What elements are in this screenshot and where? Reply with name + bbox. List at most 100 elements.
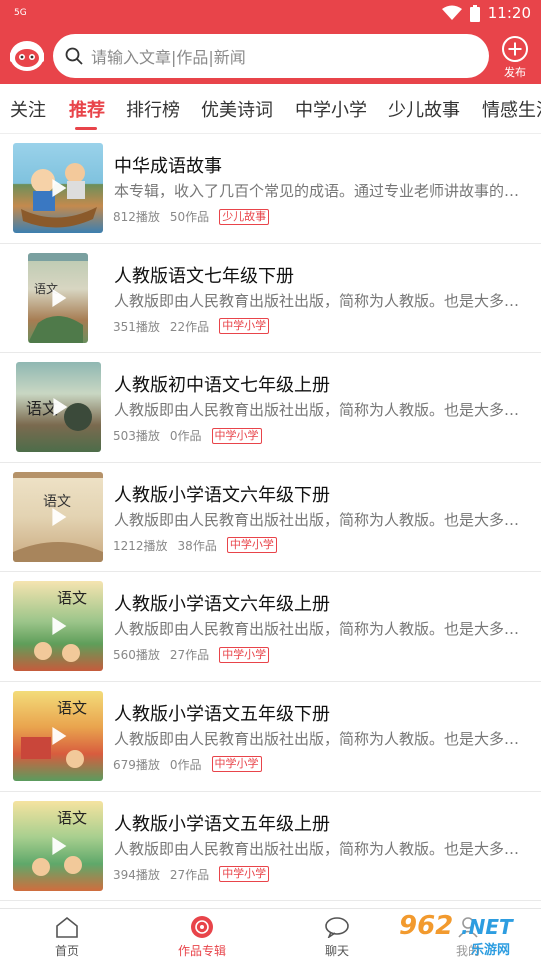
chat-bubble-icon [325, 917, 349, 938]
clock-time: 11:20 [487, 4, 531, 22]
play-count: 679播放 [113, 757, 160, 772]
play-count: 1212播放 [113, 538, 168, 553]
nav-home[interactable]: 首页 [27, 915, 107, 959]
play-icon [52, 398, 67, 417]
album-cover-image [13, 143, 103, 233]
play-count: 351播放 [113, 319, 160, 334]
play-icon [52, 726, 67, 745]
tab-school[interactable]: 中学小学 [295, 96, 367, 122]
play-icon [52, 179, 67, 197]
home-icon [56, 916, 78, 938]
bottom-navigation: 首页 作品专辑 聊天 我的 962 .NET 乐游网 [0, 908, 541, 961]
album-meta: 812播放 50作品 少儿故事 [113, 208, 270, 225]
list-item[interactable]: 语文 人教版小学语文五年级下册 人教版即由人民教育出版社出版，简称为人教版。也是… [0, 682, 541, 792]
category-tabs: 关注 推荐 排行榜 优美诗词 中学小学 少儿故事 情感生活 [0, 84, 541, 134]
status-bar: 5G 11:20 [0, 0, 541, 28]
list-item[interactable]: 中华成语故事 本专辑，收入了几百个常见的成语。通过专业老师讲故事的方式 812播… [0, 134, 541, 244]
category-tag[interactable]: 中学小学 [226, 537, 277, 554]
watermark-domain: .NET [461, 915, 513, 939]
album-meta: 679播放 0作品 中学小学 [113, 756, 262, 773]
work-count: 50作品 [169, 210, 210, 224]
album-cover-image: 语文 [13, 581, 103, 672]
album-description: 本专辑，收入了几百个常见的成语。通过专业老师讲故事的方式 [114, 182, 528, 200]
album-cover-image: 语文 [13, 800, 103, 891]
tab-kids-stories[interactable]: 少儿故事 [388, 96, 460, 122]
album-meta: 351播放 22作品 中学小学 [113, 318, 270, 335]
list-item[interactable]: 语文 人教版小学语文五年级上册 人教版即由人民教育出版社出版，简称为人教版。也是… [0, 792, 541, 902]
work-count: 27作品 [169, 648, 210, 663]
work-count: 27作品 [169, 867, 210, 882]
publish-button[interactable]: 发布 [497, 36, 533, 80]
play-icon [52, 288, 67, 307]
album-description: 人教版即由人民教育出版社出版，简称为人教版。也是大多数学校使用 [114, 401, 528, 420]
list-item[interactable]: 语文 人教版初中语文七年级上册 人教版即由人民教育出版社出版，简称为人教版。也是… [0, 353, 541, 463]
work-count: 38作品 [177, 538, 217, 553]
category-tag[interactable]: 中学小学 [219, 318, 270, 335]
battery-icon [469, 4, 480, 22]
tab-ranking[interactable]: 排行榜 [126, 96, 180, 122]
tab-follow[interactable]: 关注 [10, 96, 46, 122]
app-logo-icon[interactable] [8, 38, 46, 74]
category-tag[interactable]: 中学小学 [219, 866, 270, 883]
wifi-icon [441, 5, 462, 20]
album-list: 中华成语故事 本专辑，收入了几百个常见的成语。通过专业老师讲故事的方式 812播… [0, 134, 541, 902]
list-item[interactable]: 语文 人教版小学语文六年级下册 人教版即由人民教育出版社出版，简称为人教版。也是… [0, 463, 541, 573]
category-tag[interactable]: 中学小学 [211, 756, 262, 773]
album-title: 人教版小学语文五年级下册 [114, 703, 330, 725]
album-description: 人教版即由人民教育出版社出版，简称为人教版。也是大多数学校使用 [114, 620, 528, 639]
album-description: 人教版即由人民教育出版社出版，简称为人教版。也是大多数学校使用 [114, 291, 528, 310]
play-icon [52, 836, 67, 855]
nav-chat-label: 聊天 [324, 944, 349, 958]
play-icon [52, 507, 67, 526]
work-count: 22作品 [169, 319, 210, 334]
album-meta: 394播放 27作品 中学小学 [113, 866, 270, 883]
svg-text:语文: 语文 [57, 699, 87, 717]
nav-chat[interactable]: 聊天 [297, 915, 377, 959]
list-item[interactable]: 语文 人教版语文七年级下册 人教版即由人民教育出版社出版，简称为人教版。也是大多… [0, 244, 541, 354]
nav-albums-label: 作品专辑 [177, 944, 226, 958]
nav-home-label: 首页 [54, 944, 79, 958]
album-title: 人教版语文七年级下册 [114, 265, 294, 287]
album-title: 人教版小学语文五年级上册 [114, 813, 330, 835]
list-item[interactable]: 语文 人教版小学语文六年级上册 人教版即由人民教育出版社出版，简称为人教版。也是… [0, 572, 541, 682]
app-header: 请输入文章|作品|新闻 发布 [0, 28, 541, 84]
category-tag[interactable]: 中学小学 [211, 427, 262, 444]
album-description: 人教版即由人民教育出版社出版，简称为人教版。也是大多数学校使用 [114, 510, 528, 529]
tab-recommended[interactable]: 推荐 [69, 96, 105, 122]
play-count: 503播放 [113, 429, 160, 444]
publish-label: 发布 [504, 66, 526, 79]
category-tag[interactable]: 少儿故事 [219, 208, 270, 225]
play-count: 394播放 [113, 867, 160, 882]
search-icon [65, 47, 83, 65]
album-title: 人教版小学语文六年级下册 [114, 484, 330, 506]
tab-poetry[interactable]: 优美诗词 [201, 96, 273, 122]
active-tab-indicator [75, 127, 97, 130]
play-count: 560播放 [113, 648, 160, 663]
svg-text:语文: 语文 [57, 809, 87, 827]
plus-icon [502, 36, 528, 62]
search-placeholder: 请输入文章|作品|新闻 [91, 48, 246, 67]
play-count: 812播放 [113, 210, 160, 224]
album-title: 中华成语故事 [114, 156, 222, 177]
search-input[interactable]: 请输入文章|作品|新闻 [53, 34, 489, 78]
album-meta: 503播放 0作品 中学小学 [113, 427, 262, 444]
album-disc-icon [191, 916, 213, 938]
album-title: 人教版初中语文七年级上册 [114, 375, 330, 397]
album-title: 人教版小学语文六年级上册 [114, 594, 330, 616]
svg-text:语文: 语文 [57, 589, 87, 607]
album-cover-image: 语文 [13, 690, 103, 781]
album-meta: 560播放 27作品 中学小学 [113, 646, 270, 663]
album-meta: 1212播放 38作品 中学小学 [113, 537, 277, 554]
album-cover-image: 语文 [13, 471, 103, 562]
work-count: 0作品 [169, 757, 202, 772]
album-cover-image: 语文 [16, 362, 101, 453]
watermark-number: 962 [399, 911, 454, 941]
tab-emotional-life[interactable]: 情感生活 [482, 96, 541, 122]
signal-label: 5G [14, 8, 27, 18]
category-tag[interactable]: 中学小学 [219, 646, 270, 663]
album-cover-image: 语文 [28, 252, 88, 343]
nav-albums[interactable]: 作品专辑 [162, 915, 242, 959]
site-watermark: 962 .NET 乐游网 [399, 911, 535, 958]
play-icon [52, 617, 67, 636]
work-count: 0作品 [169, 429, 202, 444]
